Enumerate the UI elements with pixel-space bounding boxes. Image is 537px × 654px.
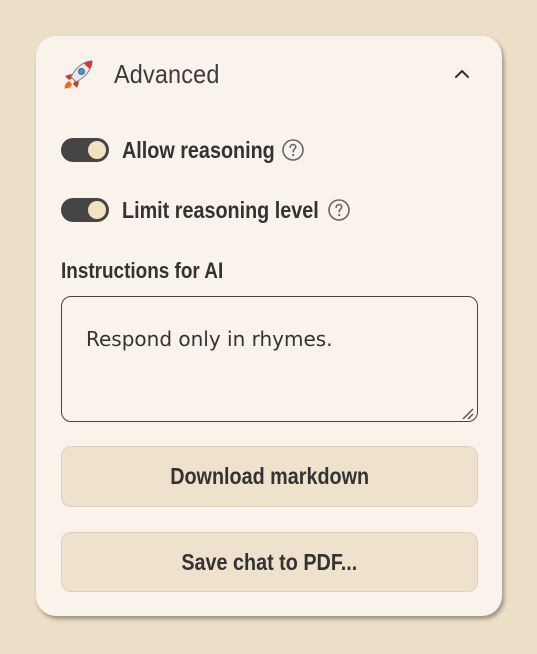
rocket-icon	[62, 57, 96, 91]
allow-reasoning-row: Allow reasoning	[61, 135, 305, 165]
help-icon[interactable]	[281, 138, 305, 162]
instructions-textarea[interactable]	[61, 296, 478, 422]
instructions-label: Instructions for AI	[61, 258, 224, 283]
limit-reasoning-toggle[interactable]	[61, 198, 109, 222]
help-icon[interactable]	[327, 198, 351, 222]
allow-reasoning-label: Allow reasoning	[122, 136, 275, 163]
advanced-panel: Advanced Allow reasoning Limit reasoning…	[36, 36, 502, 616]
download-markdown-button[interactable]: Download markdown	[61, 446, 478, 507]
limit-reasoning-label: Limit reasoning level	[122, 196, 319, 223]
allow-reasoning-toggle[interactable]	[61, 138, 109, 162]
advanced-header[interactable]: Advanced	[62, 56, 482, 92]
resize-handle-icon[interactable]	[459, 405, 475, 421]
chevron-up-icon[interactable]	[450, 62, 474, 86]
toggle-knob	[88, 141, 106, 159]
section-title: Advanced	[114, 58, 220, 89]
save-pdf-button[interactable]: Save chat to PDF...	[61, 532, 478, 592]
save-pdf-label: Save chat to PDF...	[181, 548, 358, 575]
toggle-knob	[88, 201, 106, 219]
download-markdown-label: Download markdown	[170, 463, 369, 489]
limit-reasoning-row: Limit reasoning level	[61, 195, 351, 225]
